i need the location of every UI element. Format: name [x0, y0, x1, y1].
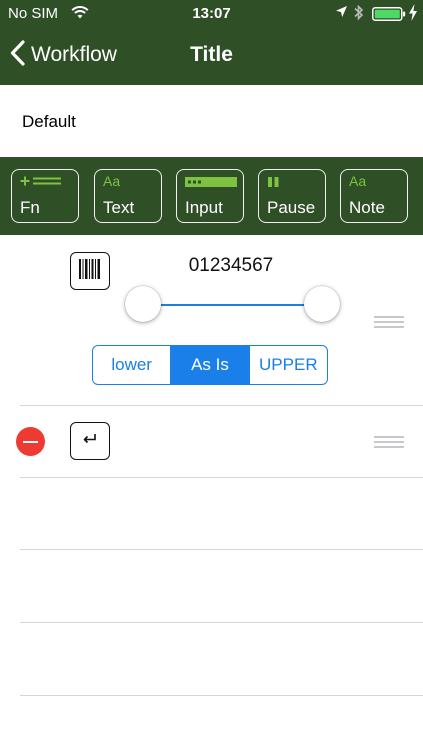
- page-title: Title: [190, 43, 233, 66]
- pause-button-label: Pause: [267, 198, 316, 217]
- case-upper-option[interactable]: UPPER: [250, 346, 327, 384]
- barcode-value: 01234567: [188, 255, 274, 276]
- reorder-handle-icon[interactable]: [374, 316, 404, 328]
- default-row[interactable]: Default: [0, 85, 423, 157]
- case-as-is-option[interactable]: As Is: [171, 346, 250, 384]
- case-segmented-control: lower As Is UPPER: [92, 345, 328, 385]
- note-button[interactable]: Aa Note: [340, 169, 408, 223]
- range-slider[interactable]: [125, 286, 340, 324]
- case-lower-option[interactable]: lower: [93, 346, 172, 384]
- fn-button-label: Fn: [20, 198, 40, 217]
- aa-icon: Aa: [349, 173, 367, 189]
- bluetooth-icon: [353, 4, 364, 25]
- input-button-label: Input: [185, 198, 223, 217]
- default-label: Default: [22, 112, 76, 131]
- status-bar: No SIM 13:07: [0, 0, 423, 28]
- battery-icon: [372, 7, 406, 25]
- row-separator: [20, 477, 423, 478]
- navigation-bar: Workflow Title: [0, 28, 423, 84]
- barcode-icon: [78, 257, 102, 286]
- pause-icon: [267, 175, 281, 189]
- reorder-handle-icon[interactable]: [374, 436, 404, 448]
- fn-button[interactable]: Fn: [11, 169, 79, 223]
- return-key-icon: [82, 432, 98, 450]
- top-bar: No SIM 13:07 Workflow Title: [0, 0, 423, 85]
- workflow-steps-list: 01234567 lower As Is UPPER: [0, 235, 423, 750]
- note-button-label: Note: [349, 198, 385, 217]
- barcode-step-button[interactable]: [70, 252, 110, 290]
- slider-end-knob[interactable]: [304, 286, 340, 322]
- charging-bolt-icon: [408, 4, 418, 25]
- pause-button[interactable]: Pause: [258, 169, 326, 223]
- aa-icon: Aa: [103, 173, 121, 189]
- row-separator: [20, 549, 423, 550]
- row-separator: [20, 405, 423, 406]
- input-button[interactable]: Input: [176, 169, 244, 223]
- input-field-icon: [185, 175, 237, 189]
- text-button-label: Text: [103, 198, 135, 217]
- row-separator: [20, 622, 423, 623]
- slider-track: [143, 304, 322, 306]
- step-toolbar: Fn Aa Text Input Pause Aa Note: [0, 157, 423, 235]
- return-step-button[interactable]: [70, 422, 110, 460]
- plus-lines-icon: [20, 175, 62, 189]
- location-arrow-icon: [335, 5, 348, 22]
- delete-step-button[interactable]: [16, 427, 45, 456]
- slider-start-knob[interactable]: [125, 286, 161, 322]
- row-separator: [20, 695, 423, 696]
- text-button[interactable]: Aa Text: [94, 169, 162, 223]
